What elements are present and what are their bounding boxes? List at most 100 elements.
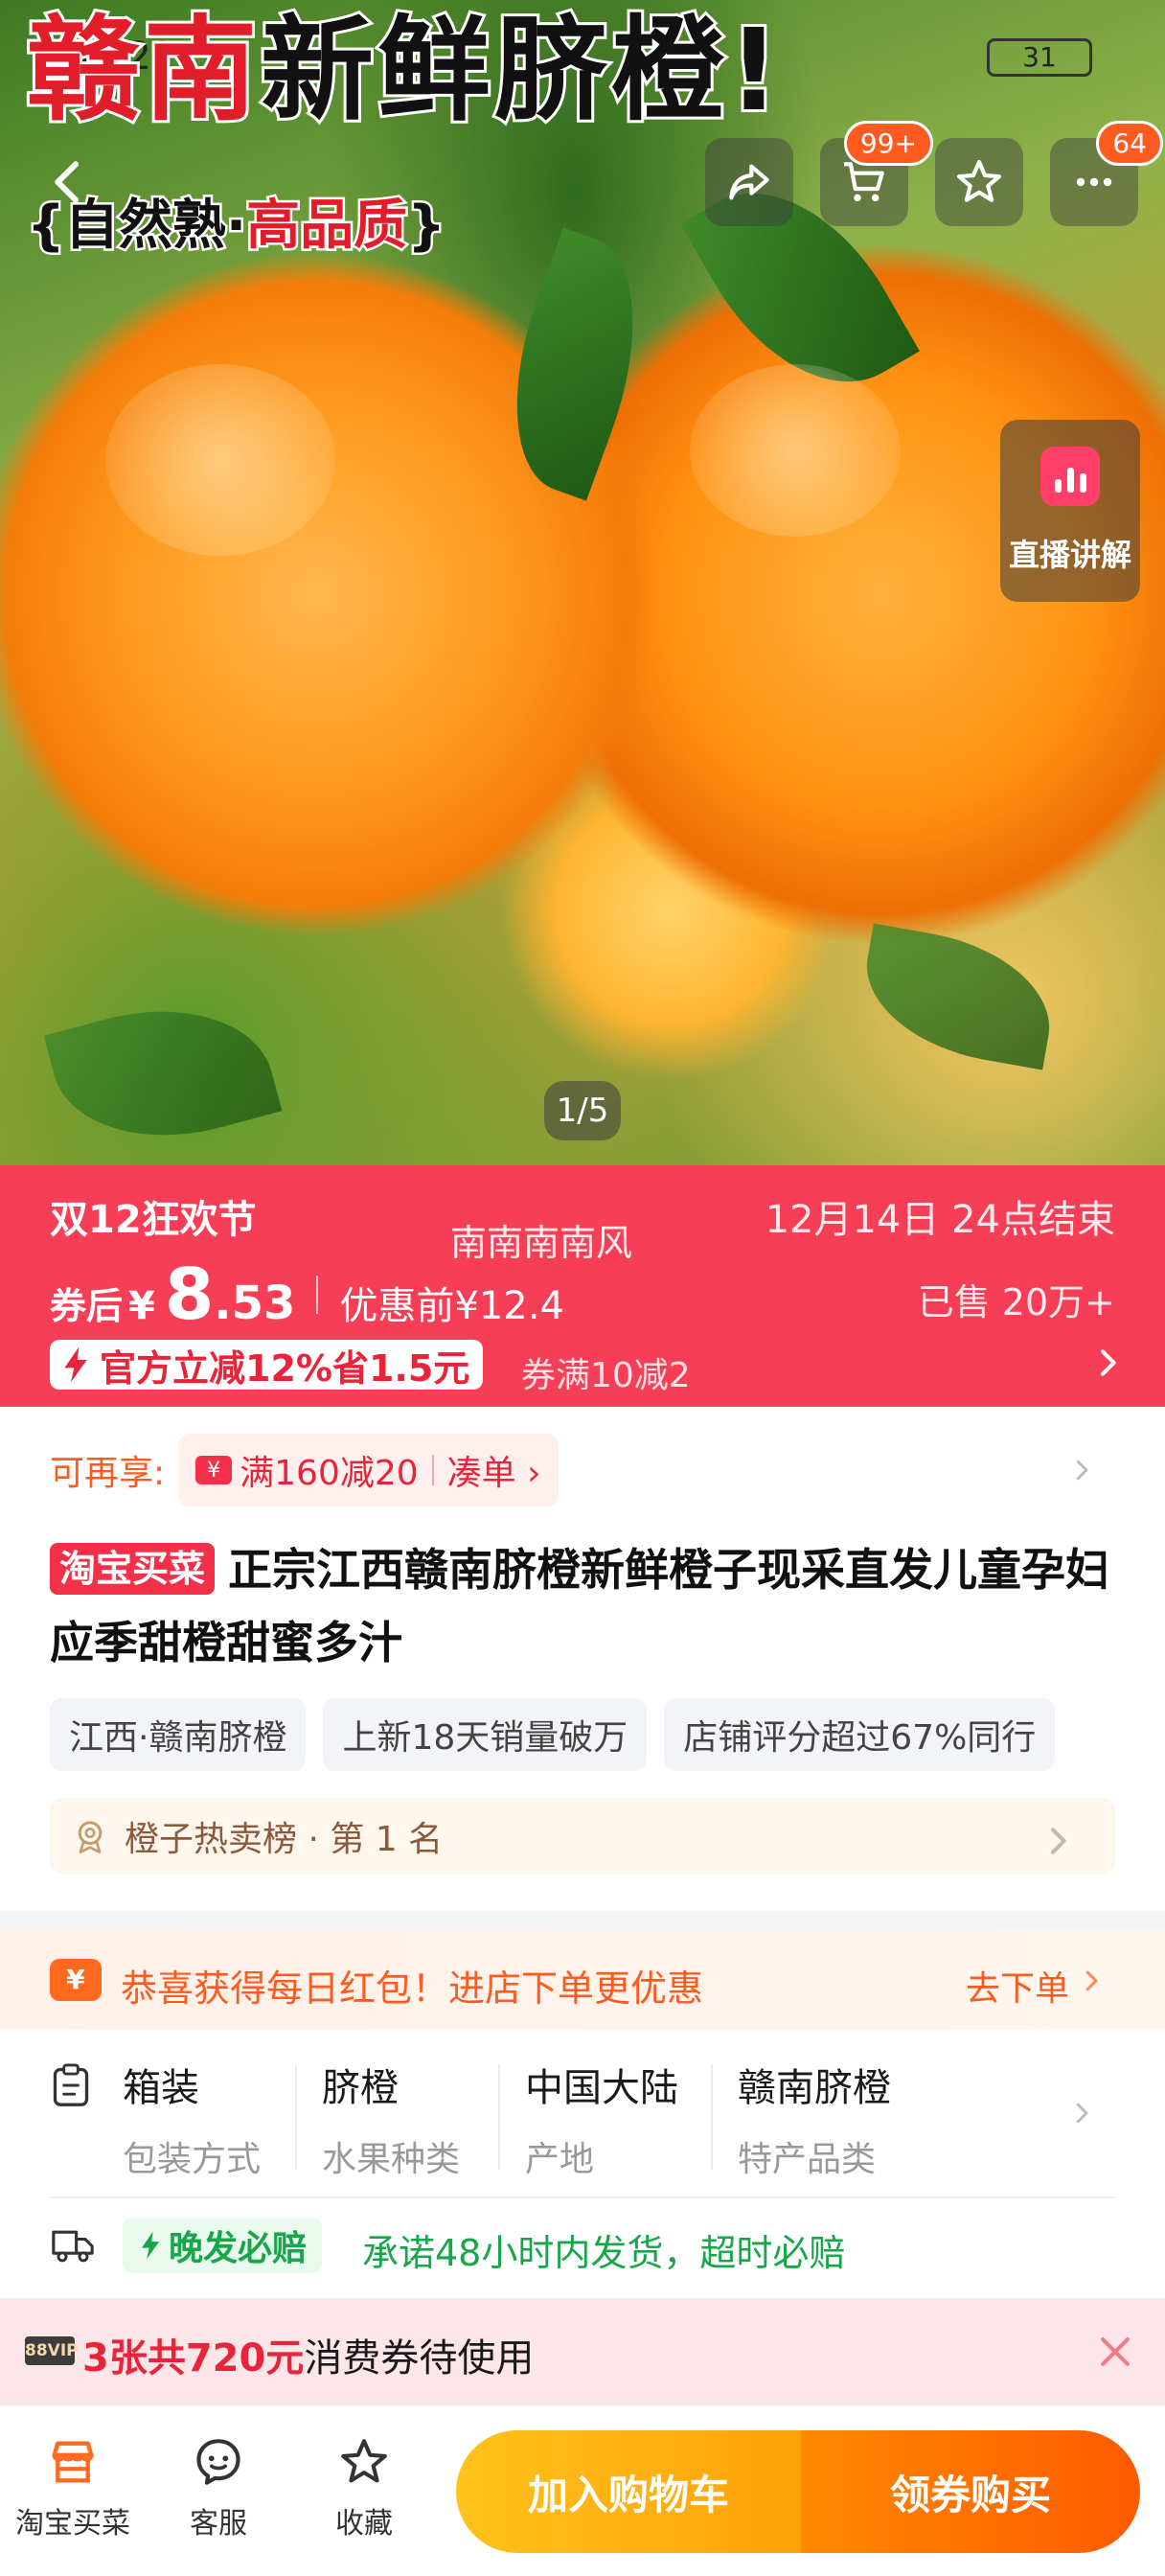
feature-chip[interactable]: 上新18天销量破万 — [323, 1698, 648, 1771]
orange-highlight — [105, 364, 335, 556]
add-to-cart-button[interactable]: 加入购物车 — [456, 2430, 801, 2553]
chevron-right-icon — [1076, 1460, 1088, 1481]
late-shipping-badge: 晚发必赔 — [123, 2218, 323, 2273]
leaf-decoration — [854, 923, 1062, 1070]
attribute-value: 赣南脐橙 — [738, 2066, 891, 2110]
lightning-icon — [64, 1346, 87, 1383]
feature-chip[interactable]: 江西·赣南脐橙 — [50, 1698, 307, 1771]
favorite-button[interactable] — [935, 138, 1023, 226]
hero-title-red: 赣南 — [24, 4, 262, 136]
original-price: 优惠前¥12.4 — [339, 1284, 564, 1328]
chevron-right-icon — [1051, 1828, 1066, 1854]
tab-favorite[interactable]: 收藏 — [297, 2434, 431, 2542]
bestseller-rank[interactable]: 橙子热卖榜 · 第 1 名 — [50, 1798, 1115, 1874]
clipboard-icon — [53, 2063, 89, 2106]
live-explain-button[interactable]: 直播讲解 — [1000, 420, 1140, 602]
feature-chips: 江西·赣南脐橙 上新18天销量破万 店铺评分超过67%同行 — [50, 1698, 1115, 1771]
price-label: 券后 — [50, 1285, 124, 1327]
price-decimal: .53 — [214, 1276, 296, 1330]
star-icon — [956, 159, 1002, 202]
red-packet-icon: ¥ — [50, 1959, 102, 2001]
sold-count: 已售 20万+ — [917, 1281, 1115, 1323]
tab-customer-service[interactable]: 客服 — [151, 2434, 286, 2542]
extra-offer-label: 可再享: — [50, 1454, 166, 1493]
product-title: 淘宝买菜 正宗江西赣南脐橙新鲜橙子现采直发儿童孕妇应季甜橙甜蜜多汁 — [50, 1533, 1123, 1679]
shipping-promise: 承诺48小时内发货，超时必赔 — [362, 2232, 846, 2274]
bundle-action[interactable]: 凑单 › — [447, 1445, 541, 1495]
vip-badge: 88VIP — [25, 2336, 79, 2365]
star-icon — [341, 2439, 387, 2483]
leaf-decoration — [43, 980, 283, 1165]
late-shipping-badge-text: 晚发必赔 — [169, 2229, 308, 2268]
lightning-icon — [141, 2231, 160, 2260]
vip-coupon-text: 3张共720元消费券待使用 — [82, 2327, 534, 2382]
chevron-right-icon — [1101, 1349, 1116, 1376]
chip-divider — [431, 1455, 434, 1485]
vip-coupon-highlight: 3张共720元 — [82, 2336, 305, 2380]
bottom-action-bar: 淘宝买菜 客服 收藏 加入购物车 领券购买 — [0, 2405, 1165, 2576]
battery-indicator: 31 — [987, 38, 1092, 77]
product-image-carousel[interactable]: 01:22 31 赣南新鲜脐橙! {自然熟·高品质} 99+ 64 直播讲解 1… — [0, 0, 1165, 1165]
attribute-item: 脐橙 水果种类 — [322, 2057, 460, 2179]
event-name: 双12狂欢节 — [50, 1198, 257, 1242]
attribute-item: 箱装 包装方式 — [123, 2057, 261, 2179]
tab-favorite-label: 收藏 — [335, 2507, 393, 2541]
vip-coupon-bar[interactable]: 88VIP 3张共720元消费券待使用 — [0, 2298, 1165, 2405]
attribute-value: 箱装 — [123, 2066, 199, 2110]
attribute-divider — [498, 2064, 500, 2170]
store-icon — [52, 2441, 94, 2483]
attribute-key: 特产品类 — [738, 2140, 877, 2179]
hero-title: 赣南新鲜脐橙! — [24, 11, 784, 129]
more-button[interactable]: 64 — [1050, 121, 1163, 226]
back-button[interactable] — [25, 138, 113, 226]
cart-button[interactable]: 99+ — [820, 121, 933, 226]
coupon-text: 券满10减2 — [521, 1356, 691, 1395]
daily-red-packet-banner[interactable]: ¥ 恭喜获得每日红包！进店下单更优惠 去下单 — [0, 1930, 1165, 2030]
hero-subtitle-red: 高品质 — [244, 193, 410, 260]
event-end-time: 12月14日 24点结束 — [765, 1198, 1115, 1242]
truck-icon — [52, 2230, 94, 2263]
section-divider — [0, 1911, 1165, 1930]
product-attributes[interactable]: 箱装 包装方式 脐橙 水果种类 中国大陆 产地 赣南脐橙 特产品类 — [50, 2053, 1115, 2187]
store-tag: 淘宝买菜 — [50, 1543, 216, 1595]
go-order-link[interactable]: 去下单 — [966, 1961, 1069, 2011]
feature-chip[interactable]: 店铺评分超过67%同行 — [664, 1698, 1056, 1771]
orange-highlight — [690, 364, 901, 537]
attribute-divider — [711, 2064, 713, 2170]
customer-service-icon — [196, 2439, 240, 2485]
price-row: 券后 ¥ 8 .53 优惠前¥12.4 — [50, 1254, 564, 1336]
hero-title-black: 新鲜脐橙! — [258, 4, 784, 136]
official-discount-text: 官方立减12%省1.5元 — [100, 1346, 470, 1390]
tab-store[interactable]: 淘宝买菜 — [6, 2434, 140, 2542]
extra-offer-row[interactable]: 可再享: ¥ 满160减20 凑单 › — [50, 1434, 1115, 1506]
price-integer: 8 — [164, 1254, 215, 1336]
attribute-item: 中国大陆 产地 — [525, 2057, 678, 2179]
hero-subtitle-brace-close: } — [405, 193, 448, 260]
shipping-guarantee[interactable]: 晚发必赔 承诺48小时内发货，超时必赔 — [50, 2214, 1115, 2277]
attribute-divider — [295, 2064, 297, 2170]
share-icon — [729, 164, 769, 200]
chevron-right-icon — [1085, 1970, 1098, 1991]
extra-offer-chip[interactable]: ¥ 满160减20 凑单 › — [178, 1434, 559, 1506]
chevron-left-icon — [55, 161, 80, 203]
medal-icon — [78, 1821, 103, 1853]
red-packet-text: 恭喜获得每日红包！进店下单更优惠 — [121, 1967, 704, 2010]
attribute-value: 中国大陆 — [525, 2066, 678, 2110]
chevron-right-icon — [1076, 2103, 1088, 2124]
image-pager: 1/5 — [544, 1081, 621, 1140]
row-divider — [50, 2196, 1115, 2198]
tab-store-label: 淘宝买菜 — [15, 2507, 130, 2541]
attribute-item: 赣南脐橙 特产品类 — [738, 2057, 891, 2179]
share-button[interactable] — [705, 138, 793, 226]
attribute-value: 脐橙 — [322, 2066, 399, 2110]
vip-coupon-suffix: 消费券待使用 — [304, 2336, 535, 2380]
leaf-decoration — [478, 227, 672, 501]
attribute-key: 包装方式 — [123, 2140, 262, 2179]
buy-with-coupon-button[interactable]: 领券购买 — [801, 2430, 1140, 2553]
attribute-key: 产地 — [525, 2140, 595, 2179]
close-icon[interactable] — [1094, 2331, 1136, 2373]
live-explain-label: 直播讲解 — [1008, 537, 1131, 573]
promo-banner[interactable]: 双12狂欢节 南南南南风 12月14日 24点结束 券后 ¥ 8 .53 优惠前… — [0, 1165, 1165, 1407]
rank-text: 橙子热卖榜 · 第 1 名 — [125, 1820, 444, 1859]
coupon-icon: ¥ — [195, 1456, 233, 1484]
